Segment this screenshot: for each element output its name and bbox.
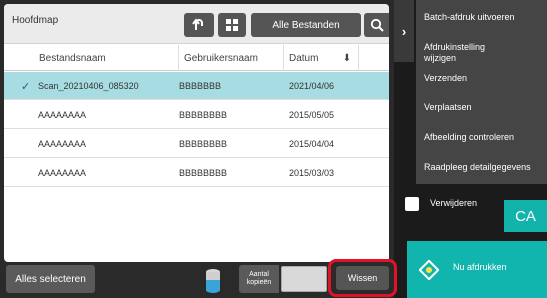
menu-item-label: Verzenden xyxy=(424,72,468,83)
action-menu: Batch-afdruk uitvoeren Afdrukinstelling … xyxy=(416,0,547,184)
file-browser-area: Hoofdmap Alle Bestanden Bestandsnaam Geb… xyxy=(0,0,397,298)
column-header-username[interactable]: Gebruikersnaam xyxy=(179,45,284,71)
menu-item-label: Batch-afdruk uitvoeren xyxy=(424,11,515,22)
menu-item-label: Verplaatsen xyxy=(424,101,472,112)
menu-item-print-settings[interactable]: Afdrukinstelling wijzigen xyxy=(424,42,547,64)
search-button[interactable] xyxy=(364,13,389,37)
sort-down-icon[interactable]: ⬇ xyxy=(340,45,354,71)
row-username: BBBBBBBB xyxy=(179,168,228,178)
menu-item-label: Afbeelding controleren xyxy=(424,131,515,142)
all-files-button[interactable]: Alle Bestanden xyxy=(251,13,361,37)
row-date: 2021/04/06 xyxy=(289,81,335,91)
menu-item-label-line2: wijzigen xyxy=(424,53,457,63)
folder-title: Hoofdmap xyxy=(12,15,59,26)
checkmark-icon: ✓ xyxy=(21,80,31,93)
table-row[interactable]: ✓ Scan_20210406_085320 BBBBBBB 2021/04/0… xyxy=(4,72,389,100)
search-icon xyxy=(370,18,384,32)
toner-icon xyxy=(206,269,220,293)
clear-button[interactable]: Wissen xyxy=(336,266,389,290)
delete-checkbox[interactable] xyxy=(405,197,419,211)
row-filename: AAAAAAAA xyxy=(38,139,87,149)
row-username: BBBBBBBB xyxy=(179,139,228,149)
row-date: 2015/03/03 xyxy=(289,168,335,178)
back-icon xyxy=(192,18,203,30)
menu-item-label: Raadpleeg detailgegevens xyxy=(424,161,531,172)
copies-label-line1: Aantal xyxy=(249,271,269,278)
column-header-filename[interactable]: Bestandsnaam xyxy=(4,45,179,71)
row-date: 2015/05/05 xyxy=(289,110,335,120)
menu-item-label: Afdrukinstelling wijzigen xyxy=(424,42,485,64)
select-all-button[interactable]: Alles selecteren xyxy=(6,265,95,293)
menu-item-label-line1: Afdrukinstelling xyxy=(424,42,486,52)
column-headers: Bestandsnaam Gebruikersnaam Datum ⬇ xyxy=(4,45,389,71)
row-filename: AAAAAAAA xyxy=(38,110,87,120)
row-filename: AAAAAAAA xyxy=(38,168,87,178)
row-filename: Scan_20210406_085320 xyxy=(38,81,139,91)
delete-label: Verwijderen xyxy=(430,198,478,208)
print-now-label: Nu afdrukken xyxy=(453,262,507,272)
table-row[interactable]: AAAAAAAA BBBBBBBB 2015/05/05 xyxy=(4,101,389,129)
table-row[interactable]: AAAAAAAA BBBBBBBB 2015/04/04 xyxy=(4,130,389,158)
row-username: BBBBBBBB xyxy=(179,110,228,120)
grid-view-icon xyxy=(226,19,238,31)
panel-header: Hoofdmap Alle Bestanden xyxy=(4,4,389,44)
row-username: BBBBBBB xyxy=(179,81,222,91)
copies-input[interactable] xyxy=(281,266,327,292)
menu-item-batch-print[interactable]: Batch-afdruk uitvoeren xyxy=(424,10,547,24)
menu-item-check-image[interactable]: Afbeelding controleren xyxy=(424,130,547,144)
copies-label: Aantal kopieën xyxy=(239,265,279,293)
ca-button[interactable]: CA xyxy=(504,200,547,232)
menu-item-send[interactable]: Verzenden xyxy=(424,71,547,85)
print-now-button[interactable]: Nu afdrukken xyxy=(407,241,547,298)
grid-view-button[interactable] xyxy=(218,13,246,37)
menu-item-details[interactable]: Raadpleeg detailgegevens xyxy=(424,160,547,174)
copies-label-line2: kopieën xyxy=(246,279,272,286)
print-diamond-icon xyxy=(419,260,439,280)
file-list-panel: Hoofdmap Alle Bestanden Bestandsnaam Geb… xyxy=(4,4,389,262)
table-row[interactable]: AAAAAAAA BBBBBBBB 2015/03/03 xyxy=(4,159,389,187)
back-button[interactable] xyxy=(184,13,214,37)
expand-arrow-icon[interactable]: › xyxy=(394,0,414,62)
menu-item-move[interactable]: Verplaatsen xyxy=(424,100,547,114)
row-date: 2015/04/04 xyxy=(289,139,335,149)
